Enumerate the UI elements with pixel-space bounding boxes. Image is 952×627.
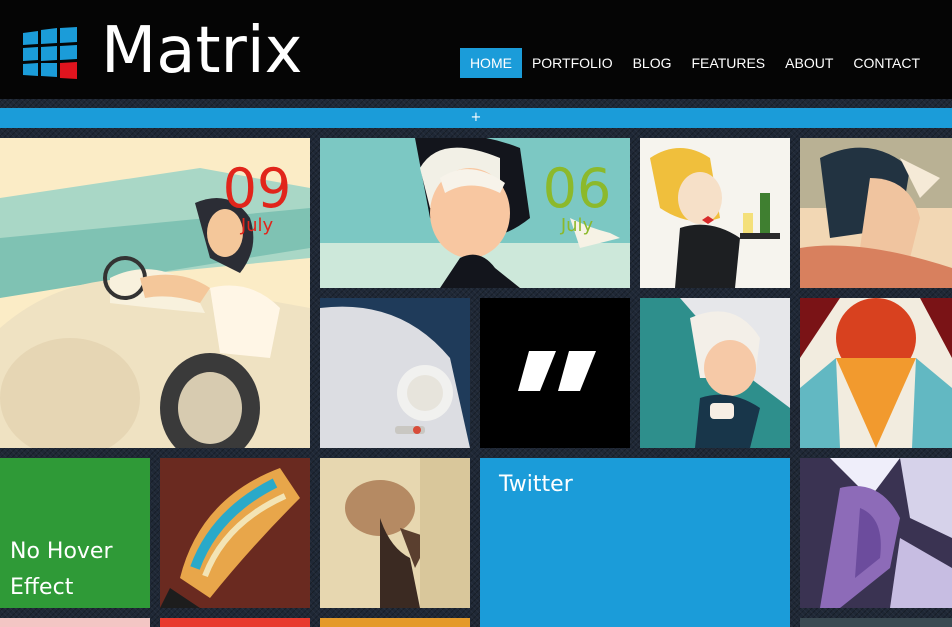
icecream-illustration-image <box>800 298 952 448</box>
twitter-tile[interactable]: Twitter <box>480 458 790 627</box>
hat-photo-image <box>320 458 470 608</box>
partial-tile-bottom-3[interactable] <box>320 618 470 627</box>
shoe-photo-image <box>160 458 310 608</box>
car-front-illustration-image <box>320 298 470 448</box>
post-date: 06 July <box>542 162 612 236</box>
quote-icon <box>518 351 596 391</box>
gallery-tile-girl-cup[interactable] <box>640 298 790 448</box>
toggle-bar-plus[interactable]: + <box>0 108 952 128</box>
windows-logo-icon <box>23 27 77 79</box>
purple-face-illustration-image <box>800 458 952 608</box>
twitter-label: Twitter <box>499 472 573 497</box>
nav-blog[interactable]: BLOG <box>623 48 682 78</box>
nav-about[interactable]: ABOUT <box>775 48 843 78</box>
nav-features[interactable]: FEATURES <box>682 48 776 78</box>
nav-contact[interactable]: CONTACT <box>843 48 930 78</box>
no-hover-label-line2: Effect <box>10 575 74 600</box>
gallery-tile-purple-face[interactable] <box>800 458 952 608</box>
partial-tile-bottom-2[interactable] <box>160 618 310 627</box>
post-tile-woman[interactable]: 06 July <box>320 138 630 288</box>
waitress-illustration-image <box>640 138 790 288</box>
gallery-tile-car-front[interactable] <box>320 298 470 448</box>
gallery-tile-profile[interactable] <box>800 138 952 288</box>
main-nav: HOME PORTFOLIO BLOG FEATURES ABOUT CONTA… <box>459 48 930 78</box>
post-date-day: 09 <box>222 157 292 220</box>
nav-home[interactable]: HOME <box>459 48 522 78</box>
gallery-tile-icecream[interactable] <box>800 298 952 448</box>
no-hover-tile[interactable]: No Hover Effect <box>0 458 150 608</box>
site-header: Matrix HOME PORTFOLIO BLOG FEATURES ABOU… <box>0 0 952 99</box>
post-date: 09 July <box>222 162 292 236</box>
no-hover-label-line1: No Hover <box>10 539 113 564</box>
gallery-tile-shoe[interactable] <box>160 458 310 608</box>
post-date-day: 06 <box>542 157 612 220</box>
profile-illustration-image <box>800 138 952 288</box>
quote-tile[interactable] <box>480 298 630 448</box>
no-hover-label: No Hover Effect <box>10 534 113 606</box>
partial-tile-bottom-4[interactable] <box>800 618 952 627</box>
nav-portfolio[interactable]: PORTFOLIO <box>522 48 623 78</box>
post-tile-car[interactable]: 09 July <box>0 138 310 448</box>
gallery-tile-hat[interactable] <box>320 458 470 608</box>
partial-tile-bottom-1[interactable] <box>0 618 150 627</box>
site-logo-text[interactable]: Matrix <box>101 6 303 96</box>
gallery-tile-waitress[interactable] <box>640 138 790 288</box>
girl-cup-illustration-image <box>640 298 790 448</box>
